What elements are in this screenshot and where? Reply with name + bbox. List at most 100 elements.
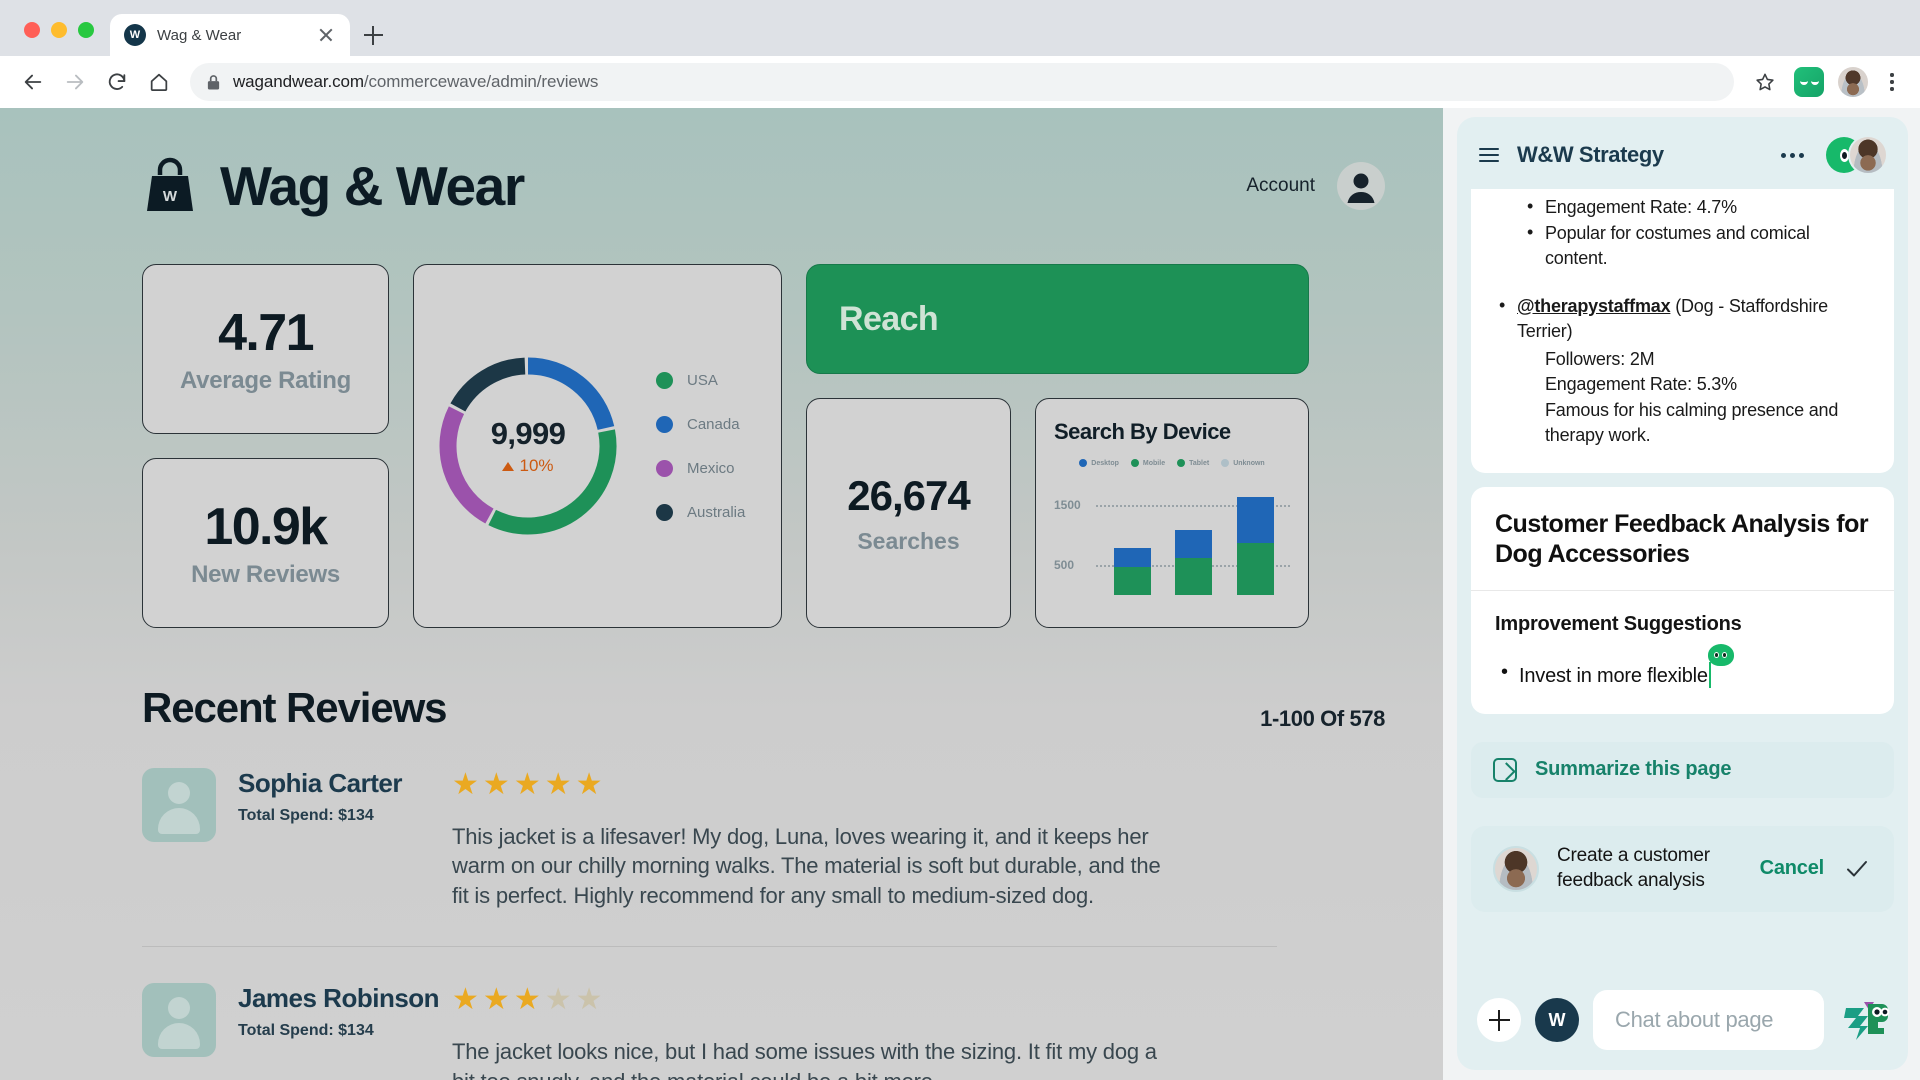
- close-window-button[interactable]: [24, 22, 40, 38]
- profile-avatar-icon[interactable]: [1838, 67, 1868, 97]
- close-tab-icon[interactable]: [316, 25, 336, 45]
- star-icon: ★: [452, 985, 479, 1015]
- address-bar[interactable]: wagandwear.com/commercewave/admin/review…: [190, 63, 1734, 101]
- maximize-window-button[interactable]: [78, 22, 94, 38]
- side-panel-title: W&W Strategy: [1517, 142, 1763, 168]
- reviews-header: Recent Reviews 1-100 Of 578: [142, 684, 1385, 732]
- feedback-analysis-card: Customer Feedback Analysis for Dog Acces…: [1471, 487, 1894, 714]
- chart-title: Search By Device: [1054, 419, 1290, 445]
- star-icon: ★: [452, 770, 479, 800]
- right-column: Reach 26,674 Searches Search By Device D…: [806, 264, 1309, 628]
- bar-chart: 1500 500: [1054, 483, 1290, 595]
- star-icon: ★: [545, 770, 572, 800]
- reach-card[interactable]: Reach: [806, 264, 1309, 374]
- bar-segment-mobile: [1237, 543, 1274, 595]
- account-label: Account: [1246, 175, 1315, 197]
- review-item: Sophia Carter Total Spend: $134 ★★★★★ Th…: [142, 732, 1385, 910]
- legend-swatch: [656, 460, 673, 477]
- person-circle-icon[interactable]: [1337, 162, 1385, 210]
- reload-icon[interactable]: [98, 63, 136, 101]
- list-item: @therapystaffmax (Dog - Staffordshire Te…: [1495, 294, 1870, 449]
- url-path: /commercewave/admin/reviews: [364, 72, 598, 91]
- bar: [1175, 530, 1212, 595]
- more-options-icon[interactable]: [1781, 153, 1804, 158]
- feedback-card-title: Customer Feedback Analysis for Dog Acces…: [1495, 509, 1870, 570]
- legend-label: Canada: [687, 416, 740, 433]
- assistant-mascot-icon: [1708, 644, 1734, 666]
- donut-delta-value: 10%: [519, 456, 553, 476]
- reviewer-spend: Total Spend: $134: [238, 1022, 439, 1040]
- streaming-text: Invest in more flexible: [1519, 665, 1708, 687]
- review-body: ★★★★★ The jacket looks nice, but I had s…: [452, 983, 1385, 1080]
- reviewer-meta: Sophia Carter Total Spend: $134: [142, 768, 452, 910]
- typing-caret: [1709, 662, 1712, 688]
- kebab-menu-icon[interactable]: [1878, 73, 1906, 90]
- chat-input[interactable]: Chat about page: [1593, 990, 1824, 1050]
- legend-swatch: [1177, 459, 1185, 467]
- lock-icon: [206, 74, 221, 91]
- new-tab-button[interactable]: [350, 14, 396, 56]
- bar: [1114, 548, 1151, 595]
- bar-series: [1102, 483, 1286, 595]
- donut-delta: 10%: [502, 456, 553, 476]
- tab-strip: W Wag & Wear: [0, 0, 1920, 56]
- side-panel-content[interactable]: Engagement Rate: 4.7% Popular for costum…: [1457, 189, 1908, 974]
- chat-placeholder: Chat about page: [1615, 1007, 1773, 1033]
- user-avatar-icon[interactable]: [1848, 135, 1888, 175]
- minimize-window-button[interactable]: [51, 22, 67, 38]
- y-tick-label: 1500: [1054, 498, 1081, 512]
- home-icon[interactable]: [140, 63, 178, 101]
- viewport: W Wag & Wear Account: [0, 108, 1920, 1080]
- bar-segment-desktop: [1237, 497, 1274, 543]
- list-item: Popular for costumes and comical content…: [1523, 221, 1870, 272]
- star-icon: ★: [576, 770, 603, 800]
- assistant-extension-icon[interactable]: [1794, 67, 1824, 97]
- star-icon: ★: [483, 770, 510, 800]
- feedback-section-heading: Improvement Suggestions: [1495, 613, 1870, 636]
- tab-favicon: W: [124, 24, 146, 46]
- account-menu[interactable]: Account: [1246, 162, 1385, 210]
- plus-icon[interactable]: [1477, 998, 1521, 1042]
- web-page: W Wag & Wear Account: [0, 108, 1443, 1080]
- donut-center-label: 9,999 10%: [428, 346, 628, 546]
- recent-reviews-section: Recent Reviews 1-100 Of 578 Sophia Carte…: [0, 628, 1443, 1080]
- kpi-card-new-reviews: 10.9k New Reviews: [142, 458, 389, 628]
- header-avatars: [1826, 135, 1888, 175]
- review-text: This jacket is a lifesaver! My dog, Luna…: [452, 822, 1182, 910]
- reviewer-spend: Total Spend: $134: [238, 807, 402, 825]
- legend-label: Unknown: [1233, 460, 1265, 467]
- summarize-page-button[interactable]: Summarize this page: [1471, 742, 1894, 798]
- legend-item: Mexico: [656, 460, 745, 477]
- dino-mascot-icon[interactable]: [1838, 998, 1890, 1042]
- legend-swatch: [1079, 459, 1087, 467]
- forward-arrow-icon[interactable]: [56, 63, 94, 101]
- handle-link[interactable]: @therapystaffmax: [1517, 296, 1670, 316]
- search-by-device-card: Search By Device DesktopMobileTabletUnkn…: [1035, 398, 1309, 628]
- kpi-column: 4.71 Average Rating 10.9k New Reviews: [142, 264, 389, 628]
- kpi-label: New Reviews: [191, 561, 340, 589]
- cancel-button[interactable]: Cancel: [1760, 857, 1824, 880]
- bar-segment-desktop: [1114, 548, 1151, 567]
- user-avatar-icon: [1493, 846, 1539, 892]
- list-item: Engagement Rate: 5.3%: [1545, 372, 1870, 398]
- donut-legend: USACanadaMexicoAustralia: [656, 372, 745, 521]
- star-icon[interactable]: [1746, 63, 1784, 101]
- back-arrow-icon[interactable]: [14, 63, 52, 101]
- feedback-card-body: Improvement Suggestions Invest in more f…: [1471, 591, 1894, 714]
- bar: [1237, 497, 1274, 595]
- hamburger-menu-icon[interactable]: [1479, 148, 1499, 163]
- workspace-avatar[interactable]: W: [1535, 998, 1579, 1042]
- donut-chart: 9,999 10%: [428, 346, 628, 546]
- chat-bar: W Chat about page: [1457, 974, 1908, 1070]
- notes-card: Engagement Rate: 4.7% Popular for costum…: [1471, 189, 1894, 473]
- browser-tab[interactable]: W Wag & Wear: [110, 14, 350, 56]
- pending-task-row: Create a customer feedback analysis Canc…: [1471, 826, 1894, 912]
- legend-label: Australia: [687, 504, 745, 521]
- checkmark-icon[interactable]: [1842, 856, 1872, 882]
- legend-label: Tablet: [1189, 460, 1209, 467]
- summarize-label: Summarize this page: [1535, 758, 1731, 781]
- legend-item: Unknown: [1221, 459, 1265, 467]
- bar-segment-mobile: [1114, 567, 1151, 595]
- svg-text:W: W: [163, 188, 178, 205]
- review-text: The jacket looks nice, but I had some is…: [452, 1037, 1182, 1080]
